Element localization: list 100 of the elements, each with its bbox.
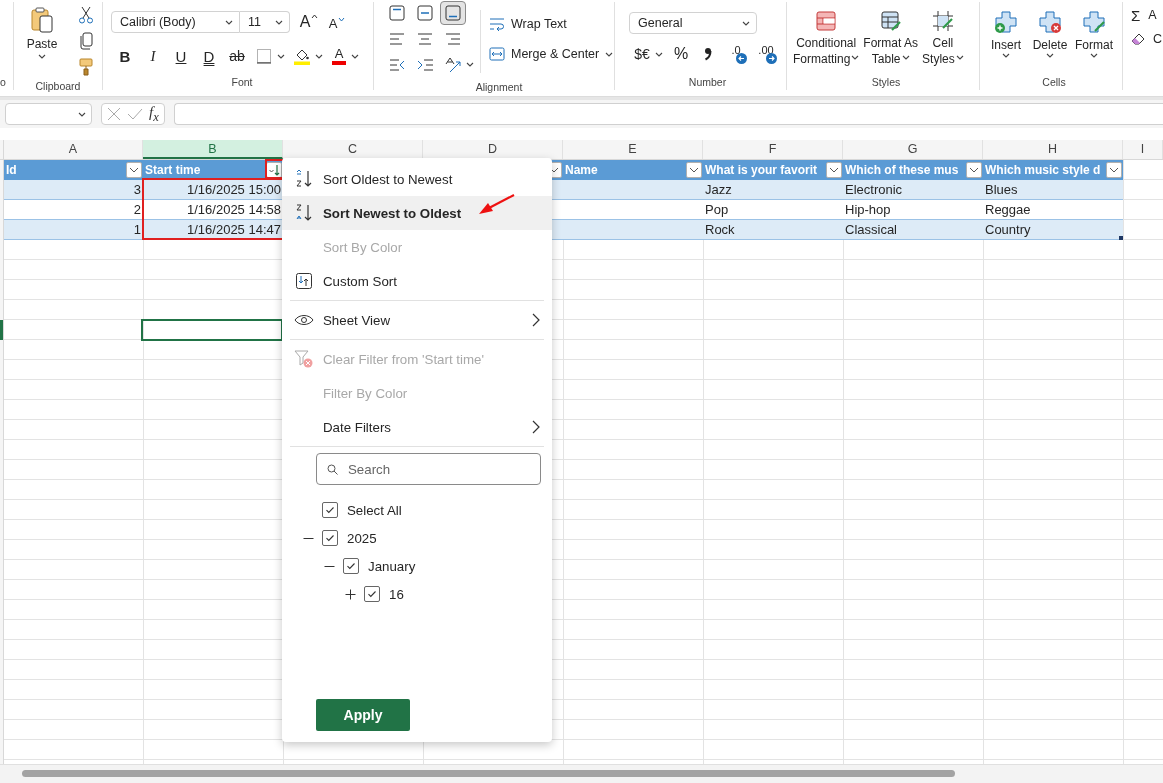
horizontal-scrollbar[interactable] bbox=[0, 764, 1163, 783]
align-left-icon bbox=[388, 30, 406, 48]
merge-center-button[interactable]: Merge & Center bbox=[489, 44, 614, 64]
wrap-text-button[interactable]: Wrap Text bbox=[489, 14, 614, 34]
menu-item[interactable]: Date Filters bbox=[282, 410, 552, 444]
option-label: January bbox=[368, 558, 416, 574]
caret-icon bbox=[655, 51, 663, 57]
caret-icon bbox=[338, 17, 346, 22]
option-label: 2025 bbox=[347, 530, 377, 546]
resize-handle[interactable] bbox=[1119, 236, 1123, 240]
paste-button[interactable]: Paste bbox=[14, 2, 70, 78]
align-top-icon bbox=[388, 4, 406, 22]
percent-button[interactable]: % bbox=[667, 42, 695, 66]
caret-icon bbox=[1090, 53, 1098, 58]
double-underline-button[interactable]: D bbox=[195, 44, 223, 68]
clear-button[interactable]: C bbox=[1131, 30, 1163, 48]
caret-icon bbox=[78, 111, 86, 117]
checkmark-icon[interactable] bbox=[127, 107, 143, 121]
sort-ascending-icon bbox=[295, 169, 313, 189]
bold-button[interactable]: B bbox=[111, 44, 139, 68]
checkbox[interactable] bbox=[322, 530, 338, 546]
increase-decimal-button[interactable]: .00 bbox=[751, 42, 781, 66]
column-header[interactable]: G bbox=[843, 140, 983, 159]
paint-bucket-icon bbox=[293, 47, 311, 65]
checkbox[interactable] bbox=[322, 502, 338, 518]
checkbox[interactable] bbox=[364, 586, 380, 602]
caret-icon bbox=[901, 55, 910, 60]
filter-button[interactable] bbox=[126, 162, 142, 178]
insert-cells-icon bbox=[994, 10, 1018, 34]
decrease-decimal-button[interactable]: .0 bbox=[721, 42, 751, 66]
eraser-icon bbox=[1131, 33, 1145, 45]
column-header[interactable]: F bbox=[703, 140, 843, 159]
expand-icon[interactable] bbox=[345, 588, 356, 600]
caret-icon bbox=[351, 53, 359, 59]
apply-button[interactable]: Apply bbox=[316, 699, 410, 731]
italic-button[interactable]: I bbox=[139, 44, 167, 68]
font-size-dropdown[interactable]: 11 bbox=[240, 11, 290, 33]
ribbon-button[interactable]: Format bbox=[1074, 2, 1114, 74]
checkmark-icon bbox=[345, 560, 357, 572]
group-label: o bbox=[0, 75, 7, 90]
filter-button[interactable] bbox=[686, 162, 702, 178]
search-field[interactable]: Search bbox=[316, 453, 541, 485]
copy-icon bbox=[79, 32, 93, 50]
column-header[interactable]: E bbox=[563, 140, 703, 159]
alignment-button[interactable] bbox=[440, 1, 466, 25]
caret-icon bbox=[1046, 53, 1054, 58]
caret-up-icon bbox=[311, 14, 319, 19]
chevron-down-icon bbox=[689, 167, 699, 173]
filter-button[interactable] bbox=[966, 162, 982, 178]
insert-function-button[interactable]: f$_{x}$ bbox=[149, 103, 159, 125]
wrap-text-icon bbox=[489, 17, 505, 31]
left-arrow-icon bbox=[736, 53, 747, 64]
underline-button[interactable]: U bbox=[167, 44, 195, 68]
ribbon-button[interactable]: Format As Table bbox=[863, 2, 919, 74]
grow-font-button[interactable]: A bbox=[296, 10, 322, 34]
decrease-indent-icon bbox=[388, 56, 406, 74]
column-header-label: Id bbox=[6, 163, 17, 177]
menu-item[interactable]: Sort Newest to Oldest bbox=[282, 196, 552, 230]
merge-cells-icon bbox=[489, 47, 505, 61]
caret-icon bbox=[275, 19, 283, 25]
ribbon-button[interactable]: Delete bbox=[1030, 2, 1070, 74]
column-header[interactable]: H bbox=[983, 140, 1123, 159]
format-cells-icon bbox=[1082, 10, 1106, 34]
font-name-dropdown[interactable]: Calibri (Body) bbox=[111, 11, 240, 33]
chevron-down-icon bbox=[129, 167, 139, 173]
sort-descending-icon bbox=[295, 203, 313, 223]
caret-icon bbox=[315, 53, 323, 59]
chevron-down-icon bbox=[969, 167, 979, 173]
font-color-button[interactable]: A bbox=[327, 44, 351, 68]
menu-item[interactable]: Custom Sort bbox=[282, 264, 552, 298]
ribbon-button[interactable]: Insert bbox=[986, 2, 1026, 74]
caret-icon bbox=[225, 19, 233, 25]
column-header[interactable]: I bbox=[1123, 140, 1163, 159]
number-format-dropdown[interactable]: General bbox=[629, 12, 757, 34]
ribbon-button[interactable]: Cell Styles bbox=[922, 2, 964, 74]
comma-icon bbox=[704, 47, 712, 61]
chevron-right-icon bbox=[532, 313, 540, 327]
table-cell: Rock bbox=[703, 220, 843, 240]
formula-input[interactable] bbox=[173, 103, 1163, 125]
checkbox[interactable] bbox=[343, 558, 359, 574]
shrink-font-button[interactable]: A bbox=[324, 10, 350, 34]
caret-icon bbox=[466, 62, 474, 67]
menu-item[interactable]: Sort Oldest to Newest bbox=[282, 162, 552, 196]
column-header[interactable]: B bbox=[143, 140, 283, 159]
align-right-icon bbox=[444, 30, 462, 48]
currency-button[interactable]: $€ bbox=[629, 42, 655, 66]
menu-item[interactable]: Sheet View bbox=[282, 303, 552, 337]
active-cell[interactable] bbox=[141, 319, 283, 341]
autosum-button[interactable]: Σ A bbox=[1131, 6, 1163, 24]
ribbon-button[interactable]: Conditional Formatting bbox=[793, 2, 860, 74]
caret-icon bbox=[277, 53, 285, 59]
filter-button[interactable] bbox=[1106, 162, 1122, 178]
strikethrough-button[interactable]: ab bbox=[223, 44, 251, 68]
filter-button[interactable] bbox=[826, 162, 842, 178]
search-icon bbox=[327, 464, 338, 475]
scissors-icon bbox=[78, 6, 94, 24]
align-center-icon bbox=[416, 30, 434, 48]
group-label: Styles bbox=[870, 75, 902, 90]
group-label: Font bbox=[230, 75, 254, 90]
checkmark-icon bbox=[366, 588, 378, 600]
